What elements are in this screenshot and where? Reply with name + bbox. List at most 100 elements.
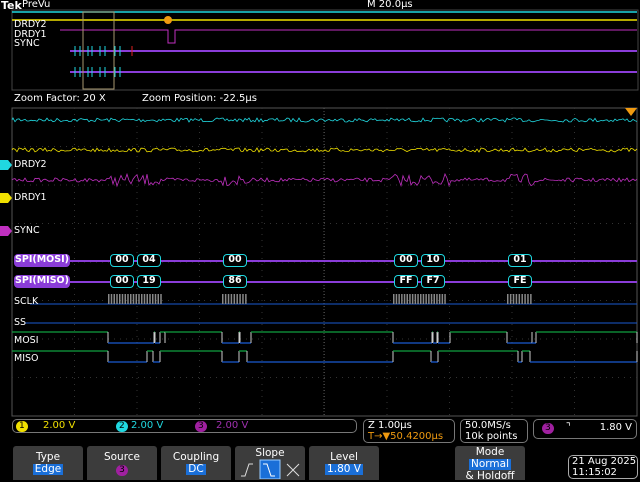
- trigger-level: 1.80 V: [599, 422, 632, 433]
- spi-miso-label[interactable]: SPI(MISO): [14, 275, 70, 288]
- timebase-readout[interactable]: Z 1.00µs T→▼50.4200µs: [363, 419, 455, 443]
- sclk-pulse: [436, 294, 438, 304]
- sclk-pulse: [143, 294, 146, 304]
- sclk-pulse: [121, 294, 124, 304]
- mosi-packet: 01: [508, 254, 532, 267]
- sclk-pulse: [224, 294, 227, 304]
- waveform-display: [0, 9, 639, 417]
- sclk-pulse: [430, 294, 433, 304]
- sclk-pulse: [417, 294, 419, 304]
- ch2-scale: 2.00 V: [131, 420, 164, 431]
- channel-scale-readout[interactable]: 1 2.00 V 2 2.00 V 3 2.00 V: [12, 419, 357, 433]
- sclk-pulse: [518, 294, 521, 304]
- overview-trigger-marker: [164, 16, 172, 24]
- ch2-label: DRDY2: [14, 159, 47, 170]
- level-label: Level: [330, 451, 358, 463]
- record-length: 10k points: [465, 431, 518, 442]
- slope-button[interactable]: Slope: [235, 446, 305, 480]
- ss-label: SS: [14, 317, 27, 328]
- sclk-pulse: [230, 294, 233, 304]
- mode-button[interactable]: Mode Normal & Holdoff: [455, 446, 525, 482]
- sclk-pulse: [141, 294, 143, 304]
- sclk-pulse: [146, 294, 148, 304]
- sclk-pulse: [524, 294, 526, 304]
- acquisition-readout[interactable]: 50.0MS/s 10k points: [460, 419, 528, 443]
- miso-packet: 00: [110, 275, 134, 288]
- ch2-badge: 2: [116, 421, 128, 432]
- level-button[interactable]: Level 1.80 V: [309, 446, 379, 480]
- slope-label: Slope: [255, 447, 285, 459]
- ch3-scale: 2.00 V: [216, 420, 249, 431]
- sclk-pulse: [411, 294, 414, 304]
- sclk-pulse: [157, 294, 159, 304]
- date: 21 Aug 2025: [572, 456, 637, 467]
- sclk-pulse: [393, 294, 395, 304]
- mosi-packet: 04: [137, 254, 161, 267]
- ch3-marker: [0, 226, 12, 236]
- falling-slope-selected[interactable]: [259, 459, 281, 479]
- mosi-label: MOSI: [14, 335, 39, 346]
- sclk-pulse: [507, 294, 509, 304]
- coupling-label: Coupling: [172, 451, 220, 463]
- sclk-pulse: [233, 294, 236, 304]
- miso-packet: F7: [421, 275, 445, 288]
- sclk-pulse: [227, 294, 230, 304]
- type-label: Type: [35, 451, 61, 463]
- sclk-pulse: [401, 294, 403, 304]
- sclk-pulse: [422, 294, 425, 304]
- sclk-pulse: [236, 294, 238, 304]
- trigger-source-badge: 3: [542, 423, 554, 434]
- coupling-value: DC: [186, 463, 206, 475]
- sclk-pulse: [149, 294, 151, 304]
- coupling-button[interactable]: Coupling DC: [161, 446, 231, 480]
- spi-mosi-label[interactable]: SPI(MOSI): [14, 254, 70, 267]
- trigger-readout[interactable]: 3 ⌝ 1.80 V: [533, 419, 637, 439]
- type-button[interactable]: Type Edge: [13, 446, 83, 480]
- sclk-pulse: [110, 294, 113, 304]
- source-button[interactable]: Source 3: [87, 446, 157, 480]
- mode-value: Normal: [469, 458, 511, 470]
- zoom-factor: Zoom Factor: 20 X: [14, 93, 106, 104]
- datetime: 21 Aug 2025 11:15:02: [568, 455, 638, 479]
- ch1-badge: 1: [16, 421, 28, 432]
- rising-slope-icon[interactable]: [241, 463, 253, 477]
- sclk-pulse: [108, 294, 110, 304]
- ch3-label: SYNC: [14, 225, 40, 236]
- sclk-pulse: [154, 294, 157, 304]
- time: 11:15:02: [572, 467, 617, 478]
- falling-edge-icon: ⌝: [566, 422, 571, 433]
- trigger-position: T→▼50.4200µs: [368, 431, 444, 442]
- sclk-pulse: [521, 294, 523, 304]
- source-label: Source: [103, 451, 141, 463]
- miso-label: MISO: [14, 353, 39, 364]
- overview-ch3-label: SYNC: [14, 38, 40, 49]
- sclk-pulse: [124, 294, 126, 304]
- ch2-marker: [0, 160, 12, 170]
- sclk-pulse: [242, 294, 244, 304]
- sample-rate: 50.0MS/s: [465, 420, 511, 431]
- sclk-pulse: [160, 294, 162, 304]
- sclk-pulse: [515, 294, 518, 304]
- ch1-scale: 2.00 V: [43, 420, 76, 431]
- either-slope-icon[interactable]: [286, 463, 300, 477]
- sclk-pulse: [441, 294, 444, 304]
- sclk-pulse: [152, 294, 154, 304]
- sclk-pulse: [509, 294, 512, 304]
- sclk-label: SCLK: [14, 296, 39, 307]
- sclk-pulse: [130, 294, 132, 304]
- miso-packet: 86: [223, 275, 247, 288]
- sclk-pulse: [222, 294, 224, 304]
- sclk-pulse: [512, 294, 515, 304]
- sclk-pulse: [398, 294, 400, 304]
- trigger-position-marker: [625, 108, 637, 116]
- mode-holdoff: & Holdoff: [465, 470, 515, 482]
- sclk-pulse: [132, 294, 135, 304]
- source-value: 3: [116, 465, 128, 476]
- sclk-pulse: [119, 294, 121, 304]
- sclk-pulse: [127, 294, 129, 304]
- sclk-pulse: [420, 294, 422, 304]
- mosi-packet: 10: [421, 254, 445, 267]
- sclk-pulse: [239, 294, 241, 304]
- mosi-packet: 00: [223, 254, 247, 267]
- sclk-pulse: [425, 294, 427, 304]
